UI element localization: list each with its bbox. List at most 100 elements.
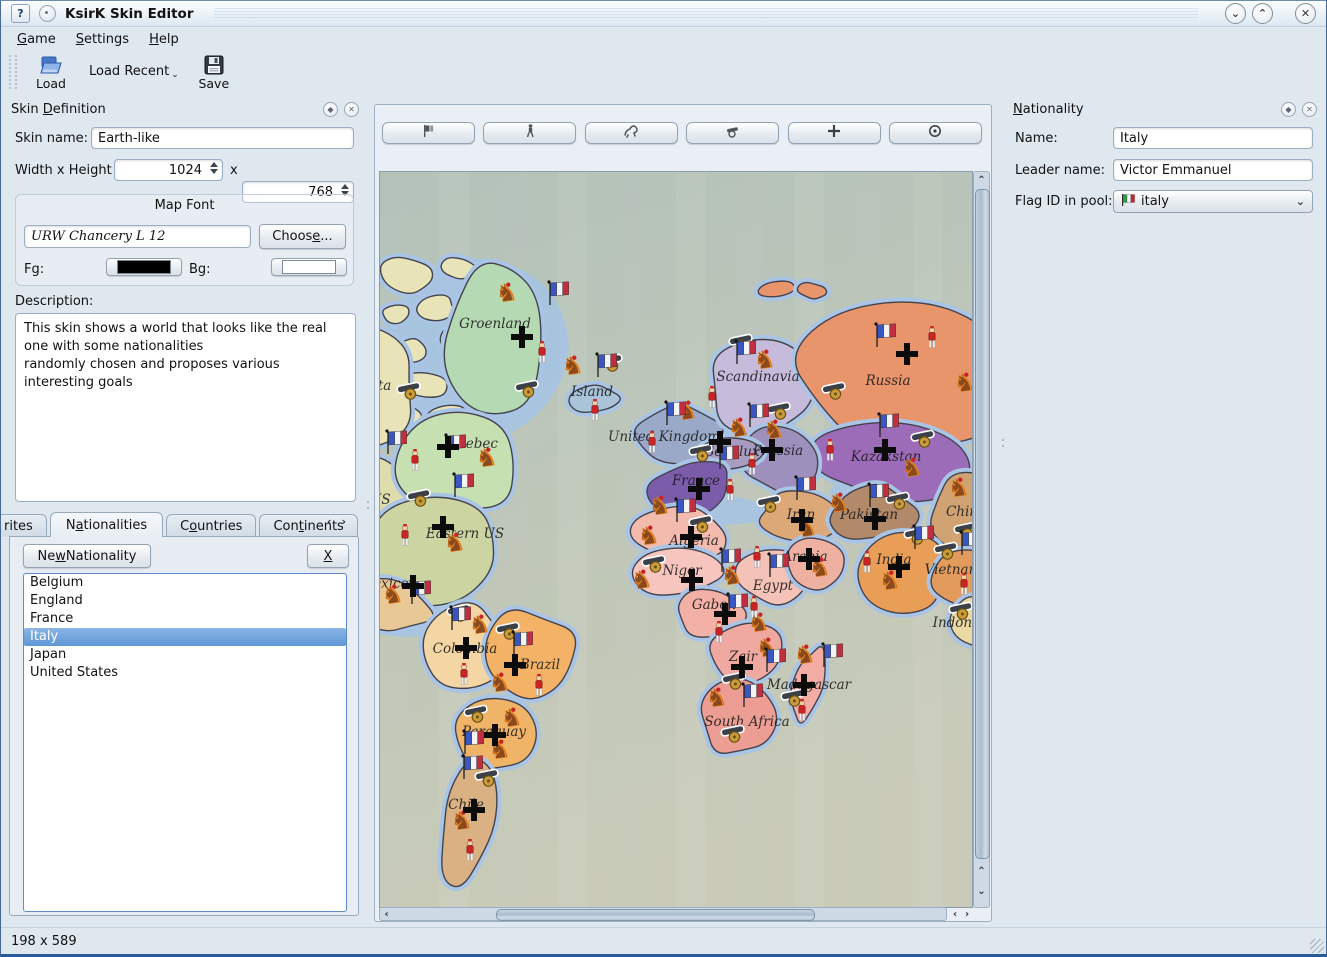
skin-definition-header: Skin Definition ◆ ✕ bbox=[11, 102, 359, 117]
list-item[interactable]: Italy bbox=[24, 628, 346, 646]
cannon-icon bbox=[724, 122, 742, 144]
svg-text:♞: ♞ bbox=[899, 453, 924, 484]
svg-text:♞: ♞ bbox=[380, 580, 405, 611]
size-separator: x bbox=[230, 163, 238, 178]
cavalry-tool-button[interactable] bbox=[585, 122, 678, 144]
splitter-handle[interactable] bbox=[366, 501, 369, 515]
list-item[interactable]: Belgium bbox=[24, 574, 346, 592]
status-bar: 198 x 589 bbox=[1, 927, 1326, 955]
flag-pool-dropdown[interactable]: italy ⌄ bbox=[1113, 190, 1313, 213]
flag-pool-value: italy bbox=[1141, 194, 1169, 209]
skin-name-input[interactable] bbox=[91, 127, 354, 149]
description-textarea[interactable]: This skin shows a world that looks like … bbox=[15, 313, 356, 502]
svg-text:Egypt: Egypt bbox=[752, 578, 794, 594]
list-item[interactable]: United States bbox=[24, 664, 346, 682]
scroll-down-icon[interactable]: ⌄ bbox=[973, 883, 990, 899]
infantry-icon bbox=[521, 122, 539, 144]
dock-close-icon[interactable]: ✕ bbox=[344, 102, 359, 117]
leader-name-input[interactable] bbox=[1113, 159, 1313, 181]
tab-countries[interactable]: Countries bbox=[166, 514, 256, 537]
description-label: Description: bbox=[15, 294, 93, 309]
svg-text:Western US: Western US bbox=[380, 492, 391, 508]
fg-color-button[interactable] bbox=[106, 258, 182, 276]
scroll-up-icon[interactable]: ⌃ bbox=[973, 863, 990, 879]
load-recent-button[interactable]: Load Recent ⌄ bbox=[77, 51, 191, 91]
help-icon[interactable]: ? bbox=[11, 4, 30, 23]
dock-float-icon[interactable]: ◆ bbox=[323, 102, 338, 117]
spin-up-icon[interactable] bbox=[210, 162, 218, 167]
menu-settings[interactable]: Settings bbox=[66, 30, 139, 49]
fg-label: Fg: bbox=[24, 262, 44, 277]
svg-text:♞: ♞ bbox=[499, 703, 524, 734]
dock-close-icon[interactable]: ✕ bbox=[1302, 102, 1317, 117]
main-toolbar: Load Load Recent ⌄ Save bbox=[1, 51, 1326, 95]
save-button[interactable]: Save bbox=[191, 51, 237, 91]
window-controls: ⌄ ⌃ ✕ bbox=[1219, 3, 1316, 24]
menu-help[interactable]: Help bbox=[139, 30, 189, 49]
minimize-icon[interactable]: ⌄ bbox=[1225, 3, 1246, 24]
tab-rites[interactable]: rites bbox=[1, 514, 47, 537]
cavalry-icon bbox=[622, 122, 640, 144]
toolbar-handle[interactable] bbox=[9, 55, 17, 89]
list-item[interactable]: England bbox=[24, 592, 346, 610]
load-button[interactable]: Load bbox=[25, 51, 77, 91]
size-label: Width x Height bbox=[15, 163, 112, 178]
width-spinbox[interactable] bbox=[114, 159, 223, 181]
close-icon[interactable]: ✕ bbox=[1295, 3, 1316, 24]
svg-text:♞: ♞ bbox=[704, 683, 729, 714]
svg-text:♞: ♞ bbox=[792, 640, 817, 671]
menu-game[interactable]: Game bbox=[7, 30, 66, 49]
tab-scroll-buttons: ‹ › bbox=[323, 515, 350, 533]
map-vscroll-thumb[interactable] bbox=[975, 189, 990, 859]
maximize-icon[interactable]: ⌃ bbox=[1252, 3, 1273, 24]
titlebar-pinstripes bbox=[214, 8, 1198, 20]
infantry-tool-button[interactable] bbox=[483, 122, 576, 144]
flag-tool-button[interactable] bbox=[382, 122, 475, 144]
list-item[interactable]: Japan bbox=[24, 646, 346, 664]
svg-text:Island: Island bbox=[570, 384, 613, 400]
width-input[interactable] bbox=[114, 159, 223, 181]
map-toolbar bbox=[382, 122, 982, 146]
resize-grip[interactable] bbox=[1310, 939, 1324, 953]
add-anchor-tool-button[interactable] bbox=[788, 122, 881, 144]
title-bar: ? KsirK Skin Editor ⌄⌃✕ bbox=[1, 1, 1326, 27]
font-choose-button[interactable]: Choose... bbox=[259, 224, 346, 249]
flag-pool-label: Flag ID in pool: bbox=[1015, 194, 1113, 209]
center-tool-button[interactable] bbox=[889, 122, 982, 144]
scroll-left-icon[interactable]: ‹ bbox=[949, 907, 961, 921]
leader-name-label: Leader name: bbox=[1015, 163, 1105, 178]
cannon-tool-button[interactable] bbox=[686, 122, 779, 144]
scroll-right-icon[interactable]: › bbox=[961, 907, 973, 921]
new-nationality-button[interactable]: New Nationality bbox=[23, 544, 151, 568]
svg-text:♞: ♞ bbox=[826, 488, 851, 519]
svg-text:♞: ♞ bbox=[487, 735, 512, 766]
scroll-up-icon[interactable]: ⌃ bbox=[973, 172, 990, 188]
bg-color-button[interactable] bbox=[271, 258, 347, 276]
tab-scroll-left-icon[interactable]: ‹ bbox=[327, 515, 332, 528]
map-hscroll-thumb[interactable] bbox=[496, 909, 815, 921]
list-item[interactable]: France bbox=[24, 610, 346, 628]
svg-text:♞: ♞ bbox=[952, 368, 972, 399]
delete-nationality-button[interactable]: X bbox=[307, 544, 349, 568]
nationality-name-input[interactable] bbox=[1113, 127, 1313, 149]
nationality-title: Nationality bbox=[1013, 102, 1084, 117]
scroll-left-icon[interactable]: ‹ bbox=[379, 907, 394, 921]
splitter-handle[interactable] bbox=[1001, 439, 1004, 453]
chevron-down-icon: ⌄ bbox=[171, 70, 179, 80]
spin-up-icon[interactable] bbox=[341, 184, 349, 189]
svg-text:♞: ♞ bbox=[474, 443, 499, 474]
map-font-title: Map Font bbox=[15, 198, 354, 213]
app-icon bbox=[39, 5, 56, 22]
ksirk-skin-editor-window: ? KsirK Skin Editor ⌄⌃✕ GameSettingsHelp… bbox=[0, 0, 1327, 957]
status-size-text: 198 x 589 bbox=[11, 934, 77, 949]
skin-name-label: Skin name: bbox=[15, 131, 88, 146]
svg-text:Alberta: Alberta bbox=[380, 378, 391, 394]
map-canvas[interactable]: AlbertaWestern USGroenlandIslandQuebecEa… bbox=[379, 171, 973, 908]
tab-nationalities[interactable]: Nationalities bbox=[50, 512, 163, 537]
svg-text:♞: ♞ bbox=[487, 668, 512, 699]
dock-float-icon[interactable]: ◆ bbox=[1281, 102, 1296, 117]
add-anchor-icon bbox=[825, 122, 843, 144]
nationality-name-label: Name: bbox=[1015, 131, 1058, 146]
spin-down-icon[interactable] bbox=[210, 169, 218, 174]
tab-scroll-right-icon[interactable]: › bbox=[342, 515, 347, 528]
